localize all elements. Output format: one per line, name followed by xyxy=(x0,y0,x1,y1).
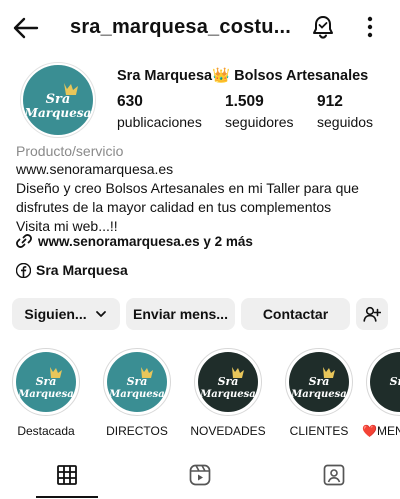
crown-logo-icon: SraMarquesa xyxy=(290,367,347,400)
followers-count-value: 1.509 xyxy=(225,93,264,110)
contact-button[interactable]: Contactar xyxy=(241,298,350,330)
facebook-name: Sra Marquesa xyxy=(36,262,128,278)
crown-logo-icon: SraMarquesa xyxy=(108,367,165,400)
message-button[interactable]: Enviar mens... xyxy=(126,298,235,330)
following-count[interactable]: 912 seguidos xyxy=(317,92,373,132)
tagged-icon xyxy=(323,464,345,486)
highlight-cover: Sra Marquesa xyxy=(194,348,262,416)
posts-count-label: publicaciones xyxy=(117,114,202,130)
highlight-cover: Sra Marquesa xyxy=(103,348,171,416)
highlight-label: DIRECTOS xyxy=(106,424,168,438)
highlight-label: Destacada xyxy=(17,424,75,438)
highlight-label: NOVEDADES xyxy=(190,424,266,438)
highlight-cover: Sra xyxy=(366,348,400,416)
profile-category: Producto/servicio xyxy=(16,143,124,159)
top-bar: sra_marquesa_costu... xyxy=(0,0,400,56)
followers-count[interactable]: 1.509 seguidores xyxy=(225,92,294,132)
suggested-users-button[interactable] xyxy=(356,298,388,330)
story-highlight[interactable]: Sra Marquesa CLIENTES xyxy=(281,348,357,438)
facebook-link[interactable]: Sra Marquesa xyxy=(16,262,128,278)
story-highlight[interactable]: Sra Marquesa DIRECTOS xyxy=(99,348,175,438)
posts-count[interactable]: 630 publicaciones xyxy=(117,92,202,132)
reels-icon xyxy=(189,464,211,486)
more-options-button[interactable] xyxy=(358,13,382,41)
svg-text:Marquesa: Marquesa xyxy=(17,389,74,400)
bio-line: disfrutes de la mayor calidad en tus com… xyxy=(16,199,332,215)
highlight-cover: Sra Marquesa xyxy=(12,348,80,416)
avatar[interactable]: Sra Marquesa xyxy=(20,62,96,138)
svg-text:Sra: Sra xyxy=(309,375,330,388)
svg-text:Marquesa: Marquesa xyxy=(199,389,256,400)
svg-text:Sra: Sra xyxy=(36,375,57,388)
story-highlight[interactable]: Sra Marquesa NOVEDADES xyxy=(190,348,266,438)
crown-logo-icon: Sra xyxy=(390,375,400,388)
svg-text:Marquesa: Marquesa xyxy=(24,106,92,120)
following-button-label: Siguien... xyxy=(24,306,87,322)
highlight-cover: Sra Marquesa xyxy=(285,348,353,416)
profile-username[interactable]: sra_marquesa_costu... xyxy=(70,16,291,39)
profile-display-name: Sra Marquesa👑 Bolsos Artesanales xyxy=(117,68,369,84)
crown-logo-icon: SraMarquesa xyxy=(199,367,256,400)
bio-line: www.senoramarquesa.es xyxy=(16,161,174,177)
following-count-value: 912 xyxy=(317,93,343,110)
highlight-label: CLIENTES xyxy=(289,424,349,438)
chevron-down-icon xyxy=(95,311,106,317)
tab-reels[interactable] xyxy=(180,462,220,488)
bell-icon xyxy=(313,16,333,39)
bio-line: Diseño y creo Bolsos Artesanales en mi T… xyxy=(16,180,359,196)
add-user-icon xyxy=(363,306,381,322)
profile-links[interactable]: www.senoramarquesa.es y 2 más xyxy=(16,233,253,249)
active-tab-indicator xyxy=(36,496,98,498)
tab-tagged[interactable] xyxy=(314,462,354,488)
svg-text:Sra: Sra xyxy=(218,375,239,388)
highlight-label: ❤️MEN xyxy=(362,424,400,438)
facebook-icon xyxy=(16,262,31,278)
profile-tabs xyxy=(0,456,400,499)
more-vertical-icon xyxy=(367,16,373,38)
svg-text:Sra: Sra xyxy=(127,375,148,388)
tab-grid[interactable] xyxy=(47,462,87,488)
profile-links-text: www.senoramarquesa.es y 2 más xyxy=(38,233,253,249)
following-button[interactable]: Siguien... xyxy=(12,298,120,330)
notifications-button[interactable] xyxy=(309,13,337,41)
followers-count-label: seguidores xyxy=(225,114,294,130)
svg-text:Sra: Sra xyxy=(46,92,71,107)
crown-logo-icon: Sra Marquesa xyxy=(24,83,92,120)
avatar-logo: Sra Marquesa xyxy=(23,65,93,135)
back-button[interactable] xyxy=(12,14,40,42)
following-count-label: seguidos xyxy=(317,114,374,130)
story-highlight[interactable]: Sra ❤️MEN xyxy=(362,348,400,438)
svg-text:Marquesa: Marquesa xyxy=(108,389,165,400)
story-highlight[interactable]: Sra Marquesa Destacada xyxy=(8,348,84,438)
posts-count-value: 630 xyxy=(117,93,143,110)
grid-icon xyxy=(57,465,77,485)
highlight-clip: Sra ❤️MEN xyxy=(362,348,400,448)
link-icon xyxy=(16,233,32,249)
svg-text:Marquesa: Marquesa xyxy=(290,389,347,400)
crown-logo-icon: SraMarquesa xyxy=(17,367,74,400)
arrow-left-icon xyxy=(13,17,39,39)
svg-text:Sra: Sra xyxy=(390,375,400,388)
